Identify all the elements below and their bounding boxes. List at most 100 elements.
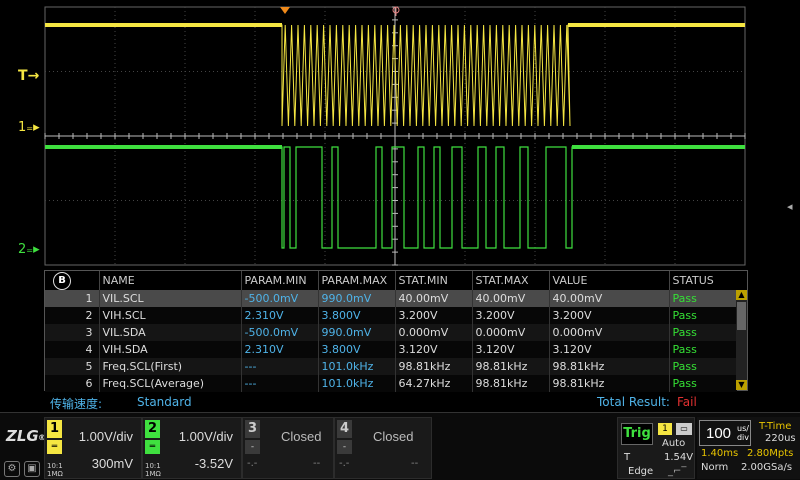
brand-logo: ZLG ®	[6, 427, 46, 445]
timebase-panel[interactable]: 100 us/div T-Time 220us 1.40ms 2.80Mpts …	[697, 417, 800, 479]
ch3-number: 3	[245, 420, 260, 438]
ch1-impedance: 10:1 1MΩ	[47, 462, 63, 478]
timebase-value: 100	[706, 425, 732, 442]
bus-b-icon[interactable]: B	[53, 272, 71, 290]
col-header-name: NAME	[98, 271, 241, 290]
ch1-settings-panel[interactable]: 1 ═ 10:1 1MΩ 1.00V/div 300mV	[44, 417, 142, 479]
col-header-param-max: PARAM.MAX	[317, 271, 395, 290]
row-name: VIL.SDA	[98, 324, 241, 341]
row-param-max: 3.800V	[317, 341, 395, 358]
col-header-stat-max: STAT.MAX	[471, 271, 549, 290]
row-stat-max: 98.81kHz	[471, 375, 549, 392]
timebase-unit: us/div	[736, 424, 750, 442]
scroll-up-arrow-icon[interactable]: ▲	[736, 290, 747, 300]
ch3-scale-placeholder: -.-	[247, 458, 258, 469]
row-stat-max: 3.200V	[471, 307, 549, 324]
row-stat-min: 64.27kHz	[394, 375, 472, 392]
screenshot-icon[interactable]: ▣	[24, 461, 40, 477]
row-index: 5	[45, 358, 99, 375]
total-result-label: Total Result:	[597, 395, 670, 409]
row-param-max: 101.0kHz	[317, 358, 395, 375]
row-param-max: 990.0mV	[317, 324, 395, 341]
trigger-button[interactable]: Trig	[621, 423, 653, 445]
row-status: Pass	[668, 358, 737, 375]
row-value: 98.81kHz	[548, 375, 669, 392]
row-stat-min: 98.81kHz	[394, 358, 472, 375]
timebase-scale-box[interactable]: 100 us/div	[699, 420, 751, 446]
ch2-impedance: 10:1 1MΩ	[145, 462, 161, 478]
trigger-time-value: 220us	[765, 433, 796, 444]
ch2-vertical-scale: 1.00V/div	[178, 429, 233, 444]
row-index: 2	[45, 307, 99, 324]
row-param-max: 101.0kHz	[317, 375, 395, 392]
trigger-coupling-icon: ▭	[676, 423, 692, 435]
ch1-number: 1	[47, 420, 62, 438]
table-row[interactable]: 2 VIH.SCL 2.310V 3.800V 3.200V 3.200V 3.…	[45, 307, 737, 324]
ch4-settings-panel[interactable]: 4 - Closed -.- --	[334, 417, 432, 479]
table-row[interactable]: 4 VIH.SDA 2.310V 3.800V 3.120V 3.120V 3.…	[45, 341, 737, 358]
ch3-state: Closed	[281, 429, 322, 444]
trigger-mode: Auto	[662, 438, 686, 449]
row-name: Freq.SCL(Average)	[98, 375, 241, 392]
row-status: Pass	[668, 324, 737, 341]
ch4-offset-placeholder: --	[411, 458, 419, 469]
ch4-number: 4	[337, 420, 352, 438]
row-stat-max: 98.81kHz	[471, 358, 549, 375]
scroll-thumb[interactable]	[737, 302, 746, 330]
measurement-table-panel: B NAME PARAM.MIN PARAM.MAX STAT.MIN STAT…	[44, 270, 748, 392]
ch4-coupling-icon: -	[337, 440, 352, 454]
settings-gear-icon[interactable]: ⚙	[4, 461, 20, 477]
row-param-min: 2.310V	[240, 341, 318, 358]
scroll-down-arrow-icon[interactable]: ▼	[736, 380, 747, 390]
ch3-offset-placeholder: --	[313, 458, 321, 469]
row-index: 3	[45, 324, 99, 341]
ch2-settings-panel[interactable]: 2 ═ 10:1 1MΩ 1.00V/div -3.52V	[142, 417, 242, 479]
ch1-vertical-scale: 1.00V/div	[78, 429, 133, 444]
ch1-dc-coupling-icon: ═	[47, 440, 62, 454]
bottom-status-bar: ZLG ® ⚙ ▣ 1 ═ 10:1 1MΩ 1.00V/div 300mV 2 …	[0, 412, 800, 480]
measurement-table: NAME PARAM.MIN PARAM.MAX STAT.MIN STAT.M…	[45, 271, 737, 392]
trigger-level-marker[interactable]: T→	[18, 68, 39, 84]
trigger-time-label: T-Time	[759, 421, 792, 432]
ch2-dc-coupling-icon: ═	[145, 440, 160, 454]
trigger-settings-panel[interactable]: Trig 1 ▭ Auto T 1.54V Edge _⌐‾	[617, 417, 695, 479]
ch1-ground-marker[interactable]: 1₌▸	[18, 120, 40, 135]
col-header-status: STATUS	[668, 271, 737, 290]
ch2-ground-marker[interactable]: 2₌▸	[18, 242, 40, 257]
row-stat-min: 3.120V	[394, 341, 472, 358]
table-row[interactable]: 5 Freq.SCL(First) --- 101.0kHz 98.81kHz …	[45, 358, 737, 375]
row-stat-min: 0.000mV	[394, 324, 472, 341]
row-name: VIL.SCL	[98, 290, 241, 307]
ch2-number: 2	[145, 420, 160, 438]
ch4-scale-placeholder: -.-	[339, 458, 350, 469]
row-value: 3.120V	[548, 341, 669, 358]
ch2-offset: -3.52V	[194, 456, 233, 471]
row-status: Pass	[668, 341, 737, 358]
row-param-min: 2.310V	[240, 307, 318, 324]
row-name: VIH.SDA	[98, 341, 241, 358]
table-scrollbar[interactable]: ▲ ▼	[736, 290, 747, 390]
waveform-display[interactable]: T→ 1₌▸ 2₌▸ ◂	[0, 0, 800, 270]
table-row[interactable]: 1 VIL.SCL -500.0mV 990.0mV 40.00mV 40.00…	[45, 290, 737, 307]
table-row[interactable]: 6 Freq.SCL(Average) --- 101.0kHz 64.27kH…	[45, 375, 737, 392]
row-name: VIH.SCL	[98, 307, 241, 324]
row-index: 1	[45, 290, 99, 307]
ch3-settings-panel[interactable]: 3 - Closed -.- --	[242, 417, 334, 479]
trigger-t-label: T	[624, 452, 631, 463]
sample-rate: 2.00GSa/s	[741, 462, 793, 473]
table-row[interactable]: 3 VIL.SDA -500.0mV 990.0mV 0.000mV 0.000…	[45, 324, 737, 341]
acquisition-mode: Norm	[701, 462, 729, 473]
row-value: 98.81kHz	[548, 358, 669, 375]
row-stat-max: 40.00mV	[471, 290, 549, 307]
row-param-max: 990.0mV	[317, 290, 395, 307]
row-value: 0.000mV	[548, 324, 669, 341]
transfer-speed-label: 传输速度:	[50, 397, 103, 411]
row-status: Pass	[668, 375, 737, 392]
ch1-offset: 300mV	[91, 456, 133, 471]
horizontal-delay: 1.40ms	[701, 448, 739, 459]
row-param-min: ---	[240, 358, 318, 375]
side-menu-arrow-icon[interactable]: ◂	[787, 200, 797, 220]
waveform-canvas	[44, 6, 746, 266]
row-status: Pass	[668, 307, 737, 324]
row-stat-min: 3.200V	[394, 307, 472, 324]
